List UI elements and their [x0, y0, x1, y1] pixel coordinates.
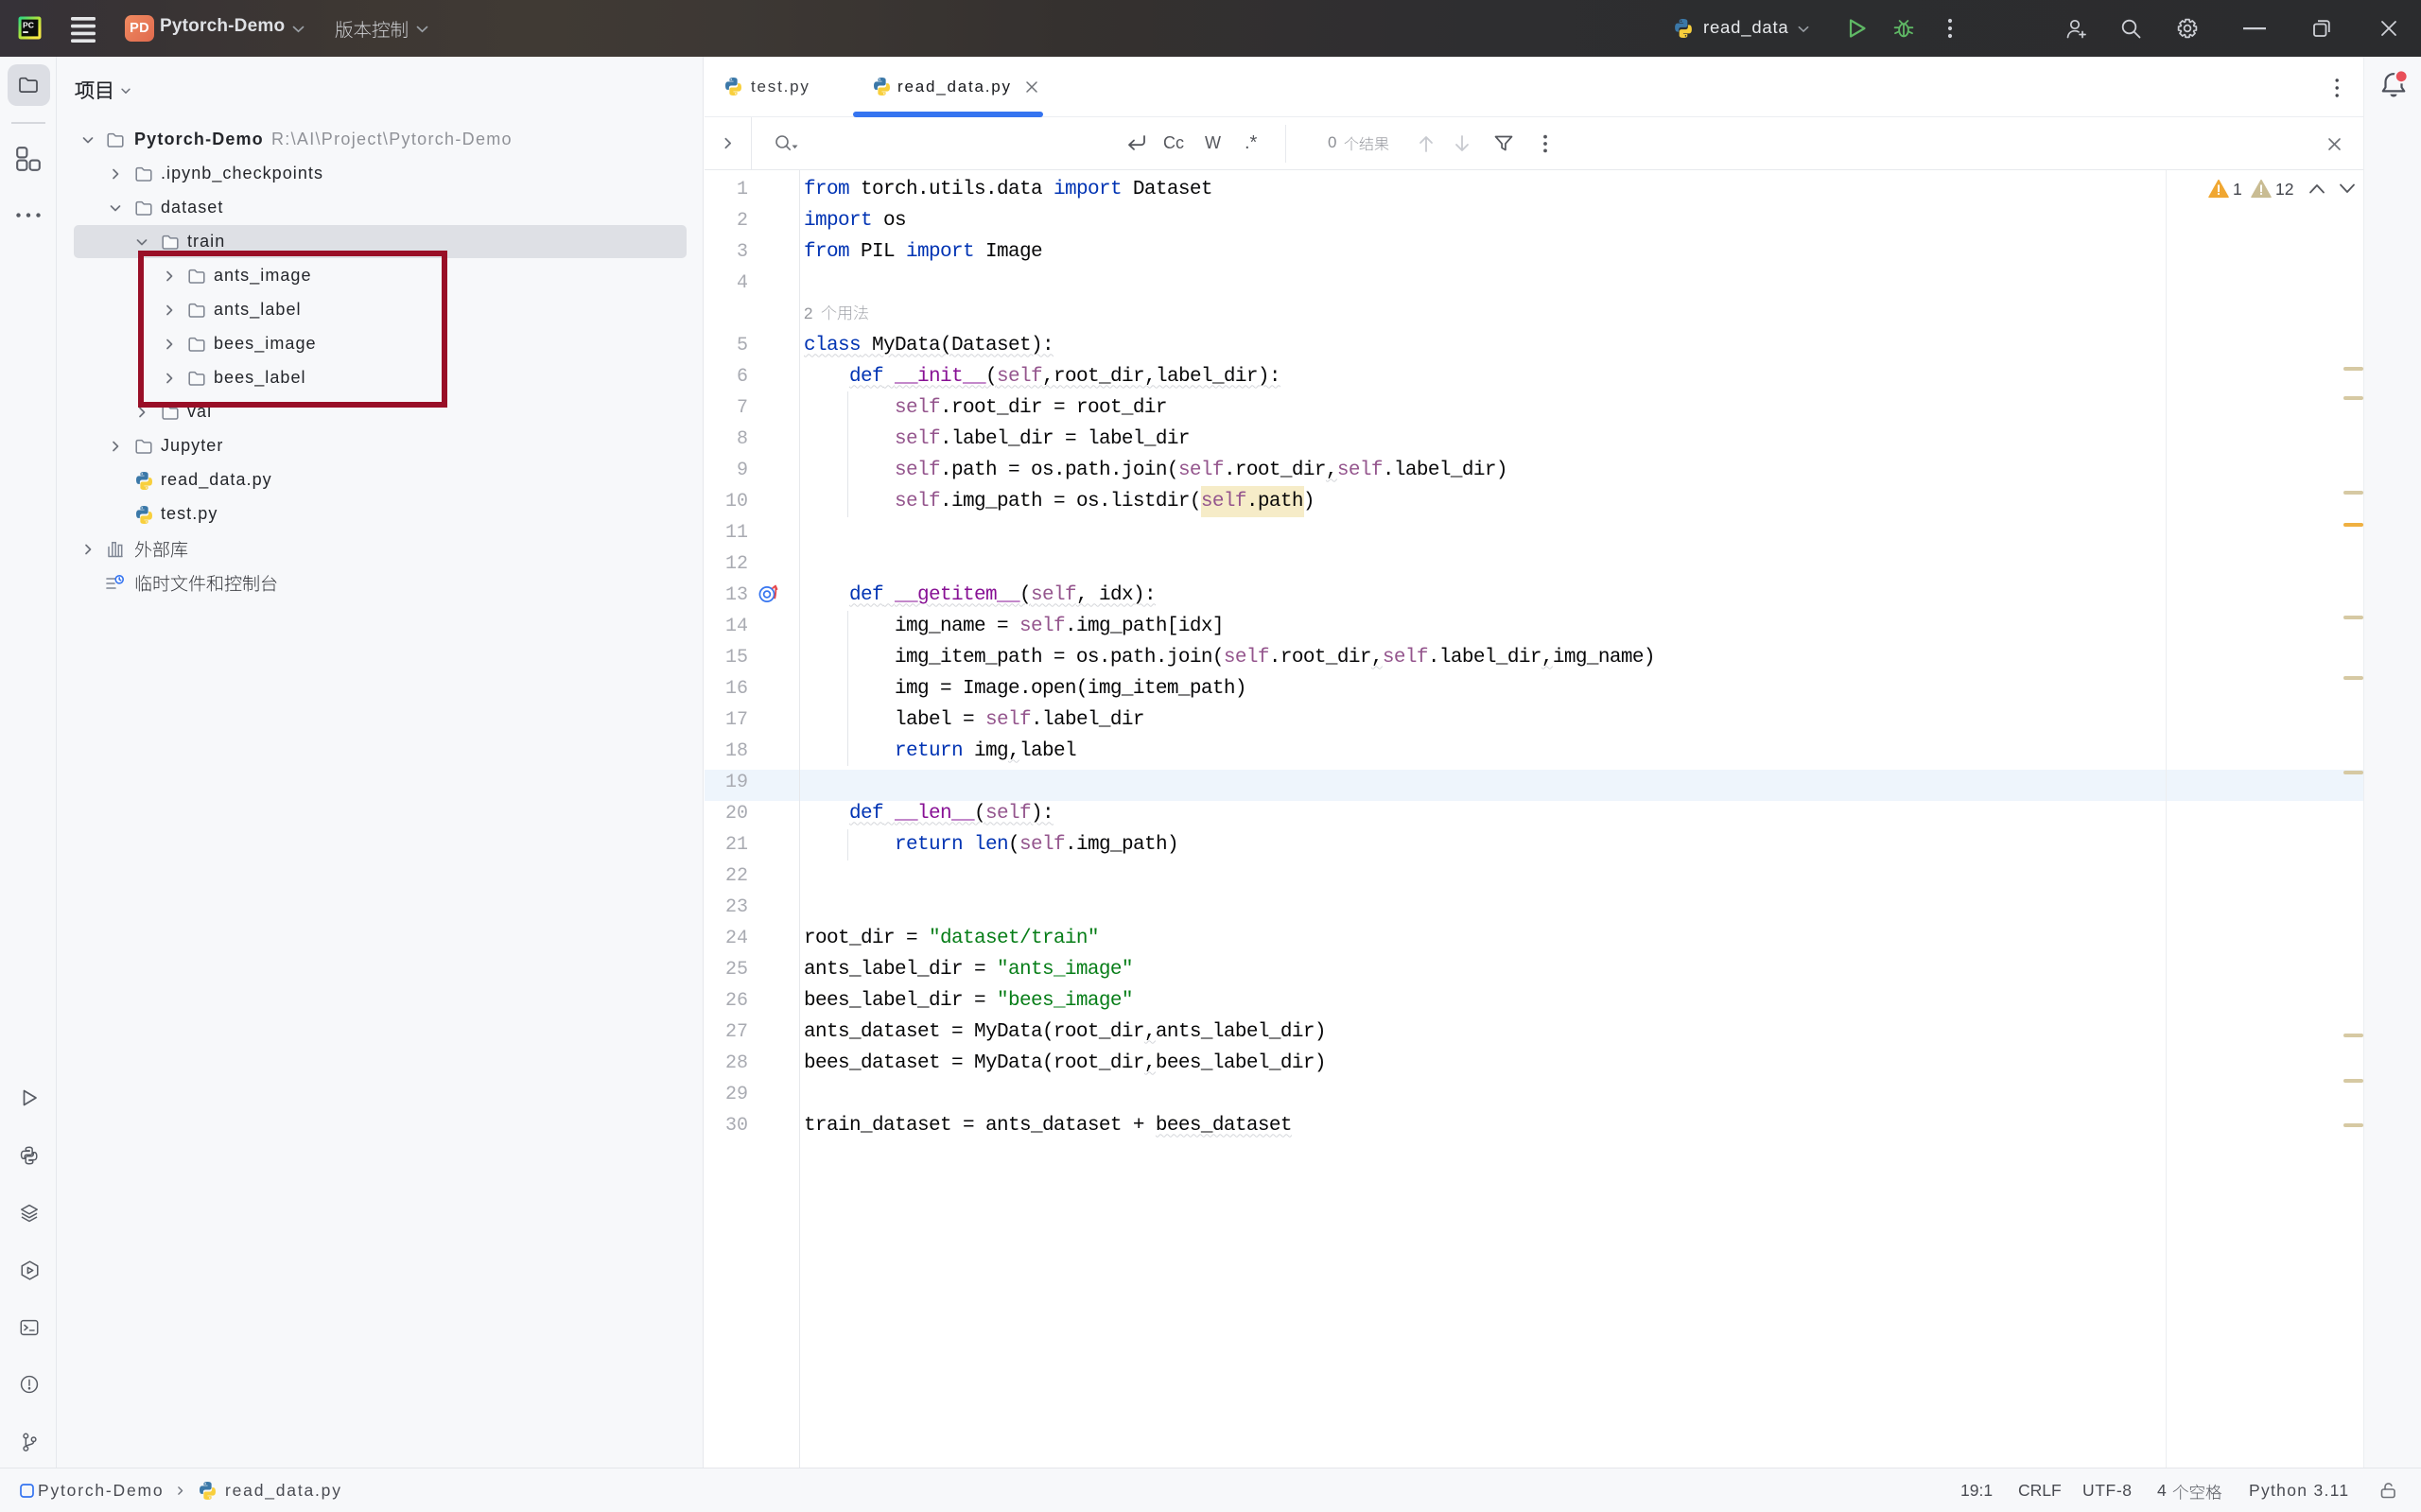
svg-text:PC: PC	[23, 21, 34, 30]
